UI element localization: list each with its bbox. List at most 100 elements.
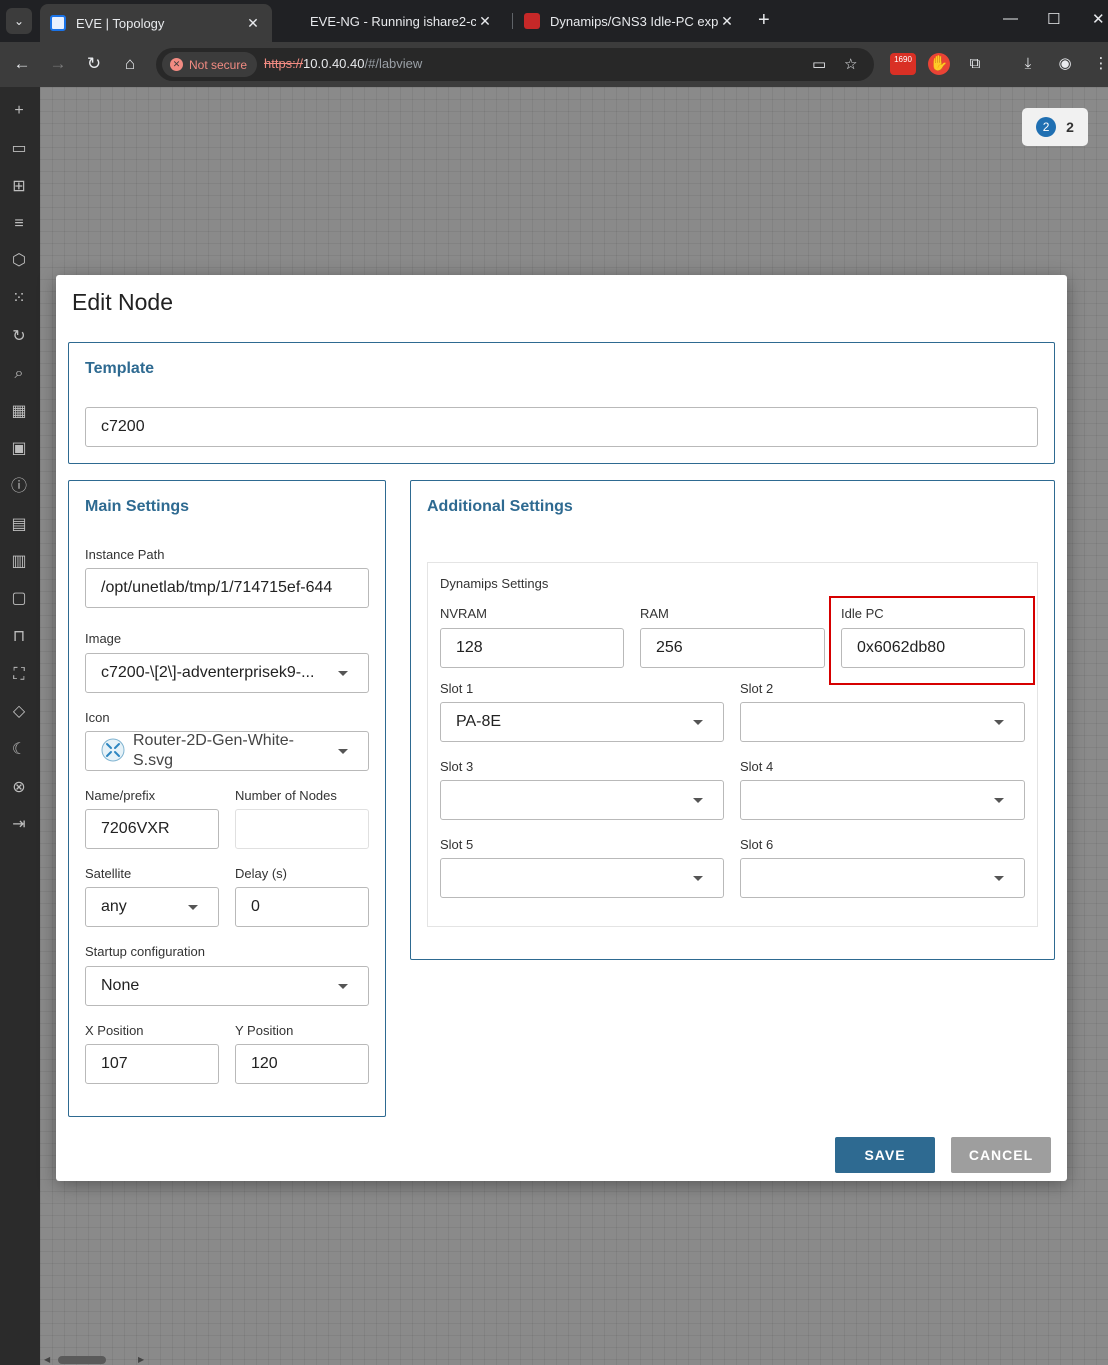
reload-icon[interactable]: ↻ bbox=[82, 52, 106, 76]
dropdown-caret-icon bbox=[338, 671, 348, 676]
tab-eve-ng-ishare[interactable]: EVE-NG - Running ishare2-cli o ✕ bbox=[282, 6, 504, 36]
tab-separator bbox=[512, 13, 513, 29]
dialog-title: Edit Node bbox=[72, 289, 174, 315]
dropdown-caret-icon bbox=[693, 720, 703, 725]
info-icon[interactable]: ⓘ bbox=[8, 476, 30, 498]
number-of-nodes-input[interactable] bbox=[235, 809, 369, 849]
dropdown-caret-icon bbox=[994, 876, 1004, 881]
logout-icon[interactable]: ⇥ bbox=[8, 814, 30, 836]
clipboard-icon[interactable]: ▭ bbox=[812, 55, 826, 73]
ram-input[interactable]: 256 bbox=[640, 628, 825, 668]
nodes-icon[interactable]: ▭ bbox=[8, 138, 30, 160]
image-select[interactable]: c7200-\[2\]-adventerprisek9-... bbox=[85, 653, 369, 693]
startup-config-label: Startup configuration bbox=[85, 944, 205, 959]
address-bar[interactable]: ✕ Not secure https://10.0.40.40/#/labvie… bbox=[156, 48, 874, 81]
slot-1-label: Slot 1 bbox=[440, 681, 474, 696]
x-position-input[interactable]: 107 bbox=[85, 1044, 219, 1084]
additional-settings-heading: Additional Settings bbox=[427, 498, 573, 515]
satellite-label: Satellite bbox=[85, 866, 132, 881]
y-position-label: Y Position bbox=[235, 1023, 294, 1038]
router-icon bbox=[101, 738, 125, 762]
template-input[interactable]: c7200 bbox=[85, 407, 1038, 447]
tag-icon[interactable]: ◇ bbox=[8, 701, 30, 723]
close-lab-icon[interactable]: ⊗ bbox=[8, 777, 30, 799]
slot-1-select[interactable]: PA-8E bbox=[440, 702, 724, 742]
dropdown-caret-icon bbox=[338, 749, 348, 754]
cube-icon[interactable]: ⬡ bbox=[8, 250, 30, 272]
instance-path-label: Instance Path bbox=[85, 547, 165, 562]
new-tab-icon[interactable]: + bbox=[758, 10, 770, 30]
save-button[interactable]: SAVE bbox=[835, 1137, 935, 1173]
main-settings-heading: Main Settings bbox=[85, 498, 190, 515]
scroll-right-icon[interactable]: ▶ bbox=[138, 1355, 144, 1364]
extensions-puzzle-icon[interactable]: ⧉ bbox=[964, 53, 986, 75]
tab-search-button[interactable]: ⌄ bbox=[6, 8, 32, 34]
startup-config-select[interactable]: None bbox=[85, 966, 369, 1006]
dynamips-settings-heading: Dynamips Settings bbox=[440, 576, 549, 591]
refresh-icon[interactable]: ↻ bbox=[8, 326, 30, 348]
chat-icon[interactable]: ▢ bbox=[8, 588, 30, 610]
profile-icon[interactable]: ◉ bbox=[1054, 53, 1076, 75]
y-position-input[interactable]: 120 bbox=[235, 1044, 369, 1084]
slot-2-label: Slot 2 bbox=[740, 681, 774, 696]
maximize-icon[interactable]: ☐ bbox=[1047, 10, 1060, 28]
close-tab-icon[interactable]: ✕ bbox=[244, 15, 262, 32]
minimize-icon[interactable]: — bbox=[1003, 10, 1018, 27]
tab-dynamips-idlepc[interactable]: Dynamips/GNS3 Idle-PC explai ✕ bbox=[514, 6, 746, 36]
image-label: Image bbox=[85, 631, 122, 646]
add-object-icon[interactable]: + bbox=[8, 100, 30, 122]
warning-icon: ✕ bbox=[170, 58, 183, 71]
bookmark-star-icon[interactable]: ☆ bbox=[844, 55, 857, 73]
dropdown-caret-icon bbox=[338, 984, 348, 989]
tab-eve-topology[interactable]: EVE | Topology ✕ bbox=[40, 4, 272, 42]
startup-configs-icon[interactable]: ≡ bbox=[8, 213, 30, 235]
picture-icon[interactable]: ▣ bbox=[8, 438, 30, 460]
slot-4-select[interactable] bbox=[740, 780, 1025, 820]
networks-icon[interactable]: ⊞ bbox=[8, 176, 30, 198]
node-count-badge[interactable]: 2 2 bbox=[1022, 108, 1088, 146]
nvram-input[interactable]: 128 bbox=[440, 628, 624, 668]
fullscreen-icon[interactable]: ⛶ bbox=[8, 664, 30, 686]
close-tab-icon[interactable]: ✕ bbox=[718, 13, 736, 30]
slot-5-select[interactable] bbox=[440, 858, 724, 898]
slot-3-label: Slot 3 bbox=[440, 759, 474, 774]
number-of-nodes-label: Number of Nodes bbox=[235, 788, 337, 803]
clipboard-list-icon[interactable]: ▥ bbox=[8, 551, 30, 573]
download-icon[interactable]: ⤓ bbox=[1017, 53, 1039, 75]
eve-sidebar: + ▭ ⊞ ≡ ⬡ ⁙ ↻ ⌕ ▦ ▣ ⓘ ▤ ▥ ▢ ⊓ ⛶ ◇ ☾ ⊗ ⇥ bbox=[0, 87, 40, 1365]
back-icon[interactable]: ← bbox=[10, 52, 34, 76]
cancel-button[interactable]: CANCEL bbox=[951, 1137, 1051, 1173]
document-icon[interactable]: ▤ bbox=[8, 514, 30, 536]
dropdown-caret-icon bbox=[693, 798, 703, 803]
page-favicon-icon bbox=[524, 13, 540, 29]
extension-gift-icon[interactable]: 1690 bbox=[890, 53, 916, 75]
name-prefix-input[interactable]: 7206VXR bbox=[85, 809, 219, 849]
slot-3-select[interactable] bbox=[440, 780, 724, 820]
home-icon[interactable]: ⌂ bbox=[118, 52, 142, 76]
lock-icon[interactable]: ⊓ bbox=[8, 626, 30, 648]
slot-2-select[interactable] bbox=[740, 702, 1025, 742]
horizontal-scrollbar[interactable] bbox=[58, 1356, 106, 1364]
grid-icon[interactable]: ⁙ bbox=[8, 288, 30, 310]
security-indicator[interactable]: ✕ Not secure bbox=[162, 52, 258, 77]
close-tab-icon[interactable]: ✕ bbox=[476, 13, 494, 30]
window-close-icon[interactable]: ✕ bbox=[1092, 10, 1105, 28]
delay-input[interactable]: 0 bbox=[235, 887, 369, 927]
map-icon[interactable]: ▦ bbox=[8, 401, 30, 423]
icon-select-value: Router-2D-Gen-White-S.svg bbox=[133, 732, 294, 769]
forward-icon[interactable]: → bbox=[46, 52, 70, 76]
dropdown-caret-icon bbox=[994, 720, 1004, 725]
extension-hand-icon[interactable]: ✋ bbox=[928, 53, 950, 75]
instance-path-input[interactable]: /opt/unetlab/tmp/1/714715ef-644 bbox=[85, 568, 369, 608]
url-text[interactable]: https://10.0.40.40/#/labview bbox=[264, 56, 422, 71]
moon-icon[interactable]: ☾ bbox=[8, 739, 30, 761]
browser-toolbar: ← → ↻ ⌂ ✕ Not secure https://10.0.40.40/… bbox=[0, 42, 1108, 87]
browser-menu-icon[interactable]: ⋮ bbox=[1090, 53, 1108, 75]
satellite-select[interactable]: any bbox=[85, 887, 219, 927]
browser-tab-bar: ⌄ EVE | Topology ✕ EVE-NG - Running isha… bbox=[0, 0, 1108, 42]
slot-6-select[interactable] bbox=[740, 858, 1025, 898]
icon-label: Icon bbox=[85, 710, 110, 725]
zoom-icon[interactable]: ⌕ bbox=[8, 363, 30, 385]
scroll-left-icon[interactable]: ◀ bbox=[44, 1355, 50, 1364]
dropdown-caret-icon bbox=[994, 798, 1004, 803]
